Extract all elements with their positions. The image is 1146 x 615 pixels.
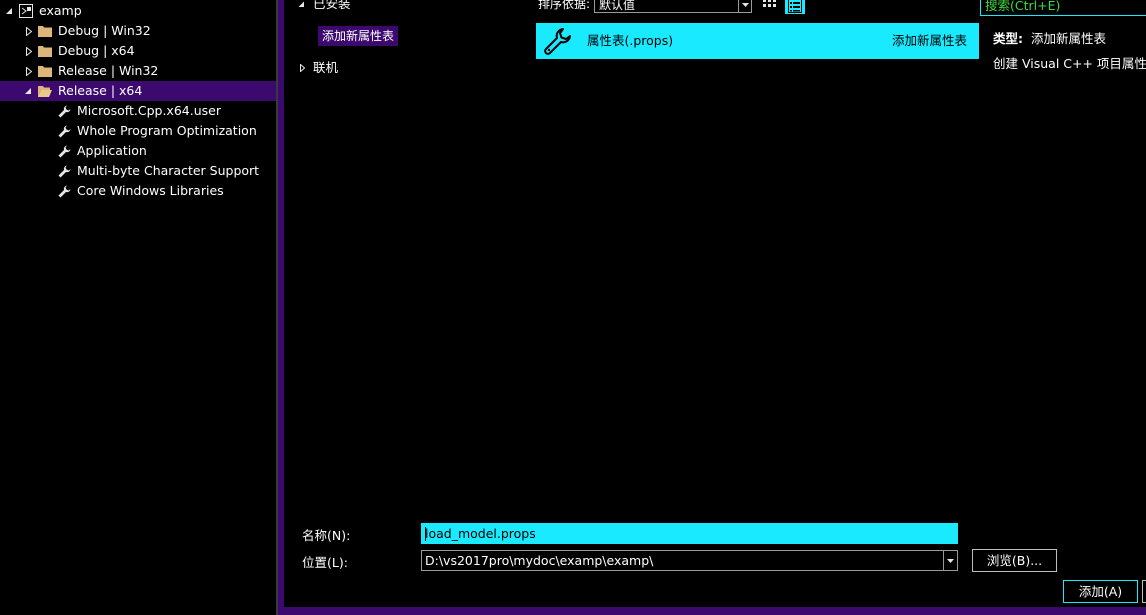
sort-select-value: 默认值 xyxy=(599,0,636,12)
wrench-icon xyxy=(544,27,572,55)
list-view-icon[interactable] xyxy=(785,0,805,14)
folder-icon xyxy=(38,64,52,78)
wrench-icon xyxy=(57,124,71,138)
property-manager-tree: examp Debug | Win32 Debug | x64 Release … xyxy=(0,0,276,615)
tree-project-examp[interactable]: examp xyxy=(0,1,276,21)
tree-config-label: Debug | x64 xyxy=(58,43,135,58)
location-label: 位置(L): xyxy=(302,555,348,570)
tree-config-label: Debug | Win32 xyxy=(58,23,151,38)
dialog-left-border xyxy=(278,0,284,615)
tree-sheet-label: Whole Program Optimization xyxy=(77,123,257,138)
tree-config-debug-x64[interactable]: Debug | x64 xyxy=(0,41,276,61)
name-label: 名称(N): xyxy=(302,528,351,543)
sort-label: 排序依据: xyxy=(538,0,591,11)
tree-sheet-item[interactable]: Whole Program Optimization xyxy=(0,121,276,141)
tree-project-label: examp xyxy=(39,3,82,18)
location-input-value: D:\vs2017pro\mydoc\examp\examp\ xyxy=(425,553,654,568)
folder-icon xyxy=(38,24,52,38)
tree-sheet-item[interactable]: Core Windows Libraries xyxy=(0,181,276,201)
search-input[interactable]: 搜索(Ctrl+E) xyxy=(980,0,1146,16)
search-placeholder: 搜索(Ctrl+E) xyxy=(985,0,1061,13)
tree-sheet-item[interactable]: Multi-byte Character Support xyxy=(0,161,276,181)
description-type: 类型: 添加新属性表 xyxy=(993,28,1106,47)
wrench-icon xyxy=(57,164,71,178)
expanded-arrow-icon[interactable] xyxy=(298,0,308,14)
open-folder-icon xyxy=(38,84,52,98)
template-name: 属性表(.props) xyxy=(587,33,674,48)
wrench-icon xyxy=(57,184,71,198)
small-icons-view-icon[interactable] xyxy=(762,0,776,12)
text-caret xyxy=(425,527,426,541)
collapsed-arrow-icon[interactable] xyxy=(300,58,308,78)
wrench-icon xyxy=(57,104,71,118)
tree-config-label: Release | Win32 xyxy=(58,63,159,78)
location-input[interactable]: D:\vs2017pro\mydoc\examp\examp\ xyxy=(421,550,958,571)
wrench-icon xyxy=(57,144,71,158)
name-input-value: load_model.props xyxy=(425,526,536,541)
expanded-arrow-icon[interactable] xyxy=(3,1,15,21)
category-add-new-sheet[interactable]: 添加新属性表 xyxy=(318,26,399,46)
tree-config-release-win32[interactable]: Release | Win32 xyxy=(0,61,276,81)
project-icon xyxy=(19,4,33,18)
browse-button[interactable]: 浏览(B)... xyxy=(972,549,1057,572)
name-input[interactable]: load_model.props xyxy=(421,523,958,544)
tree-sheet-item[interactable]: Application xyxy=(0,141,276,161)
chevron-down-icon[interactable] xyxy=(738,0,751,12)
tree-config-label: Release | x64 xyxy=(58,83,143,98)
tree-config-debug-win32[interactable]: Debug | Win32 xyxy=(0,21,276,41)
cancel-button[interactable] xyxy=(1142,580,1146,603)
tree-sheet-label: Multi-byte Character Support xyxy=(77,163,260,178)
description-type-value: 添加新属性表 xyxy=(1030,31,1106,46)
add-button[interactable]: 添加(A) xyxy=(1063,580,1138,603)
category-installed-label: 已安装 xyxy=(313,0,351,11)
folder-icon xyxy=(38,44,52,58)
chevron-down-icon[interactable] xyxy=(943,551,957,570)
tree-sheet-item[interactable]: Microsoft.Cpp.x64.user xyxy=(0,101,276,121)
expanded-arrow-icon[interactable] xyxy=(22,81,34,101)
dialog-bottom-border xyxy=(284,607,1146,615)
collapsed-arrow-icon[interactable] xyxy=(23,61,35,81)
collapsed-arrow-icon[interactable] xyxy=(23,41,35,61)
tree-config-release-x64[interactable]: Release | x64 xyxy=(0,81,276,101)
tree-sheet-label: Application xyxy=(77,143,147,158)
collapsed-arrow-icon[interactable] xyxy=(23,21,35,41)
tree-sheet-label: Microsoft.Cpp.x64.user xyxy=(77,103,221,118)
category-online-label: 联机 xyxy=(313,60,339,75)
description-text: 创建 Visual C++ 项目属性表 xyxy=(993,56,1146,71)
template-type: 添加新属性表 xyxy=(891,33,967,48)
template-list-item[interactable]: 属性表(.props) 添加新属性表 xyxy=(536,23,979,59)
sort-select[interactable]: 默认值 xyxy=(594,0,752,13)
tree-sheet-label: Core Windows Libraries xyxy=(77,183,224,198)
description-type-label: 类型: xyxy=(993,31,1023,46)
